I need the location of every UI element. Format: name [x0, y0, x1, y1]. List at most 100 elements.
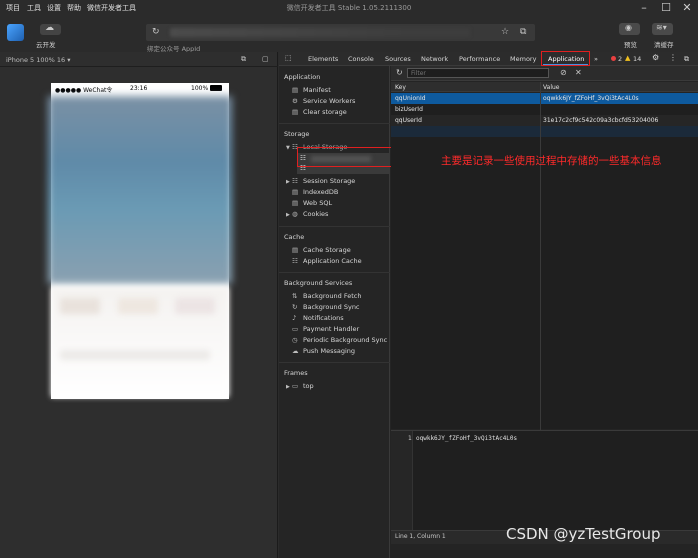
table-row[interactable]: qqUserId 31e17c2cf9c542c09a3cbcfd5320400…	[391, 115, 698, 126]
sync-icon: ↻	[292, 303, 298, 311]
tab-elements[interactable]: Elements	[308, 55, 338, 63]
section-application: Application	[284, 73, 321, 81]
sidebar-item-cache-storage[interactable]: Cache Storage	[303, 246, 351, 254]
clear-cache-label: 清缓存	[654, 41, 674, 49]
blurred-item	[60, 350, 210, 360]
sidebar-item-indexeddb[interactable]: IndexedDB	[303, 188, 338, 196]
clear-cache-button[interactable]: ≋▾	[652, 23, 673, 35]
cloud-dev-button[interactable]: ☁	[40, 23, 61, 35]
column-key[interactable]: Key	[395, 84, 406, 91]
row-key: bizUserId	[395, 106, 423, 113]
delete-selected-icon[interactable]: ✕	[575, 68, 582, 77]
grid-icon: ☷	[292, 177, 298, 185]
undock-icon[interactable]: ⧉	[684, 55, 689, 64]
copy-icon[interactable]: ⧉	[520, 27, 526, 37]
blurred-item	[118, 298, 158, 314]
sidebar-item-periodic-background-sync[interactable]: Periodic Background Sync	[303, 336, 387, 344]
blurred-item	[60, 298, 100, 314]
minimize-icon[interactable]: –	[638, 2, 650, 14]
preview-value[interactable]: oqwkk6JY_fZFoHf_3vQi3tAc4L0s	[416, 435, 517, 442]
divider	[279, 362, 390, 363]
more-tabs-icon[interactable]: »	[594, 55, 598, 63]
divider	[279, 123, 390, 124]
sidebar-item-notifications[interactable]: Notifications	[303, 314, 344, 322]
collapse-arrow-icon[interactable]: ▶	[286, 179, 290, 185]
watermark: CSDN @yzTestGroup	[506, 525, 661, 543]
error-count[interactable]: 2	[618, 55, 622, 63]
local-storage-highlight	[297, 147, 392, 167]
sidebar-item-websql[interactable]: Web SQL	[303, 199, 332, 207]
refresh-icon[interactable]: ↻	[396, 68, 403, 77]
sidebar-item-push-messaging[interactable]: Push Messaging	[303, 347, 355, 355]
section-cache: Cache	[284, 233, 305, 241]
table-row[interactable]: qqUnionId oqwkk6JY_fZFoHf_3vQi3tAc4L0s	[391, 93, 698, 104]
sidebar-item-application-cache[interactable]: Application Cache	[303, 257, 362, 265]
warning-count[interactable]: 14	[633, 55, 641, 63]
dock-icon[interactable]: ▢	[262, 55, 269, 63]
section-background-services: Background Services	[284, 279, 353, 287]
row-value: oqwkk6JY_fZFoHf_3vQi3tAc4L0s	[543, 95, 639, 102]
warning-icon: ▲	[625, 54, 631, 62]
refresh-icon[interactable]: ↻	[152, 27, 160, 37]
frame-icon: ▭	[292, 382, 299, 390]
phone-time: 23:16	[130, 85, 148, 92]
table-row-empty[interactable]	[391, 126, 698, 137]
section-frames: Frames	[284, 369, 308, 377]
cookie-icon: ◍	[292, 210, 298, 218]
inspect-icon[interactable]: ⬚	[285, 54, 292, 62]
star-icon[interactable]: ☆	[501, 27, 509, 37]
popout-icon[interactable]: ⧉	[241, 55, 246, 64]
row-key: qqUserId	[395, 117, 422, 124]
column-value[interactable]: Value	[543, 84, 559, 91]
grid-icon: ☷	[292, 257, 298, 265]
annotation-text: 主要是记录一些使用过程中存储的一些基本信息	[441, 155, 662, 167]
sidebar-item-background-sync[interactable]: Background Sync	[303, 303, 360, 311]
app-logo-icon[interactable]	[7, 24, 24, 41]
preview-button[interactable]: ◉	[619, 23, 640, 35]
cloud-icon: ☁	[292, 347, 299, 355]
tab-memory[interactable]: Memory	[510, 55, 536, 63]
column-divider[interactable]	[540, 82, 541, 430]
bell-icon: ♪	[292, 314, 297, 322]
clear-all-icon[interactable]: ⊘	[560, 68, 567, 77]
table-row[interactable]: bizUserId	[391, 104, 698, 115]
sidebar-item-clear-storage[interactable]: Clear storage	[303, 108, 347, 116]
close-icon[interactable]: ✕	[681, 2, 693, 14]
fetch-icon: ⇅	[292, 292, 298, 300]
expand-arrow-icon[interactable]: ▼	[286, 145, 290, 151]
address-blurred	[170, 28, 470, 37]
gear-icon[interactable]: ⚙	[652, 53, 659, 62]
kebab-menu-icon[interactable]: ⋮	[669, 53, 677, 62]
eye-icon: ◉	[625, 23, 632, 32]
device-selector[interactable]: iPhone 5 100% 16 ▾	[6, 56, 70, 64]
card-icon: ▭	[292, 325, 299, 333]
blurred-item	[175, 298, 215, 314]
battery-label: 100%	[191, 85, 209, 92]
storage-table	[391, 93, 698, 429]
tab-performance[interactable]: Performance	[459, 55, 500, 63]
collapse-arrow-icon[interactable]: ▶	[286, 212, 290, 218]
battery-icon	[210, 85, 222, 91]
database-icon: ▤	[292, 199, 299, 207]
sidebar-item-manifest[interactable]: Manifest	[303, 86, 331, 94]
manifest-icon: ▤	[292, 86, 299, 94]
tab-console[interactable]: Console	[348, 55, 374, 63]
preview-gutter	[391, 431, 413, 530]
sidebar-item-payment-handler[interactable]: Payment Handler	[303, 325, 359, 333]
window-title: 微信开发者工具 Stable 1.05.2111300	[286, 4, 412, 12]
sidebar-item-background-fetch[interactable]: Background Fetch	[303, 292, 361, 300]
tab-network[interactable]: Network	[421, 55, 448, 63]
application-tab-highlight	[541, 51, 590, 66]
section-storage: Storage	[284, 130, 310, 138]
collapse-arrow-icon[interactable]: ▶	[286, 384, 290, 390]
database-icon: ▤	[292, 246, 299, 254]
sidebar-item-cookies[interactable]: Cookies	[303, 210, 328, 218]
error-icon	[611, 56, 616, 61]
sidebar-item-service-workers[interactable]: Service Workers	[303, 97, 355, 105]
sidebar-item-session-storage[interactable]: Session Storage	[303, 177, 355, 185]
filter-input[interactable]	[407, 68, 549, 78]
maximize-icon[interactable]: ☐	[660, 2, 672, 14]
tab-sources[interactable]: Sources	[385, 55, 411, 63]
layers-icon: ≋▾	[656, 23, 667, 32]
sidebar-item-frame-top[interactable]: top	[303, 382, 314, 390]
